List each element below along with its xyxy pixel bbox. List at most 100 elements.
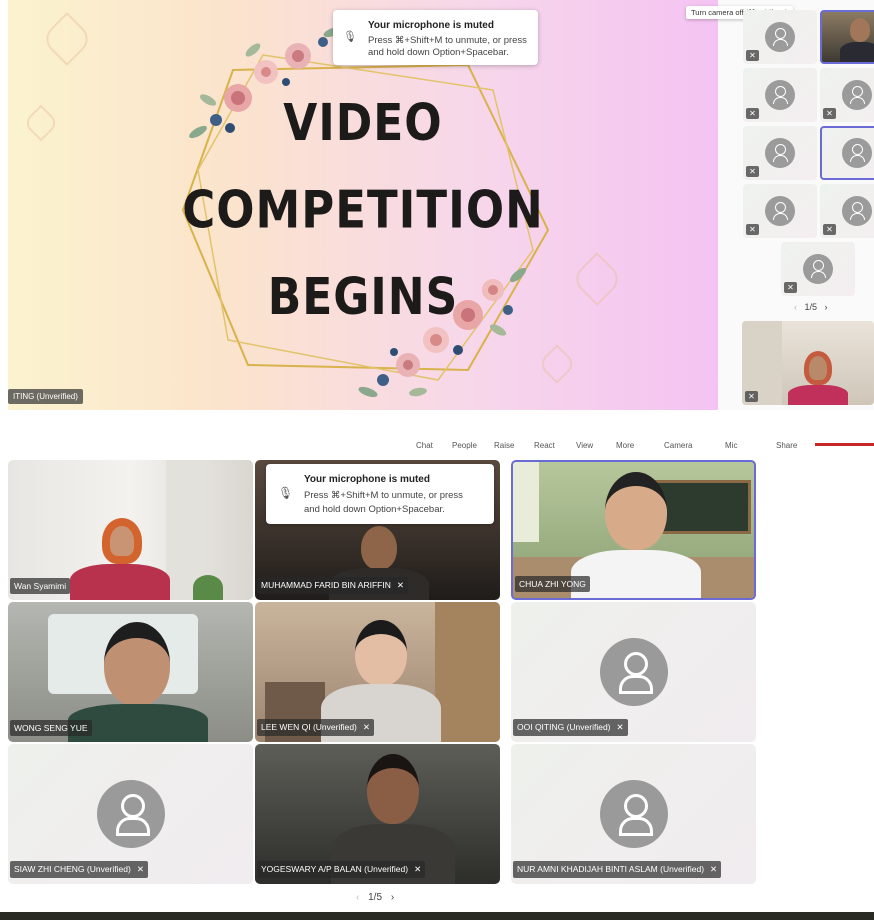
- page-indicator: 1/5: [368, 892, 383, 903]
- video-tile-no-camera[interactable]: SIAW ZHI CHENG (Unverified) ✕: [8, 744, 253, 884]
- participant-name: WONG SENG YUE: [14, 723, 88, 733]
- participant-name: YOGESWARY A/P BALAN (Unverified): [261, 864, 409, 874]
- avatar-icon: [803, 254, 833, 284]
- self-video: [804, 351, 832, 385]
- participant-name-label: MUHAMMAD FARID BIN ARIFFIN ✕: [257, 577, 408, 594]
- mic-muted-icon: ✕: [362, 722, 371, 732]
- plant: [193, 575, 223, 600]
- sidebar-tile[interactable]: ✕: [743, 184, 817, 238]
- active-speaker-tag: ITING (Unverified): [8, 389, 83, 404]
- mic-button[interactable]: Mic: [725, 441, 737, 450]
- video-tile[interactable]: Wan Syamimi: [8, 460, 253, 600]
- sidebar-tile[interactable]: ✕: [820, 184, 874, 238]
- more-button[interactable]: More: [616, 441, 634, 450]
- participant-video: [104, 622, 170, 706]
- slide-title-line-1: VIDEO: [283, 94, 443, 153]
- sidebar-tile[interactable]: ✕: [781, 242, 855, 296]
- video-tile[interactable]: WONG SENG YUE: [8, 602, 253, 742]
- next-page-button[interactable]: ›: [825, 302, 828, 312]
- participant-name: LEE WEN QI (Unverified): [261, 722, 357, 732]
- camera-button[interactable]: Camera: [664, 441, 692, 450]
- slide-title-line-3: BEGINS: [267, 268, 459, 327]
- mic-muted-icon: ✕: [784, 282, 797, 293]
- mic-muted-icon: ✕: [746, 166, 759, 177]
- people-button[interactable]: People: [452, 441, 477, 450]
- view-button[interactable]: View: [576, 441, 593, 450]
- raise-hand-button[interactable]: Raise: [494, 441, 514, 450]
- participant-name: Wan Syamimi: [14, 581, 67, 591]
- participant-video: [355, 620, 407, 686]
- sidebar-tile[interactable]: ✕: [820, 68, 874, 122]
- video-tile[interactable]: LEE WEN QI (Unverified) ✕: [255, 602, 500, 742]
- chat-button[interactable]: Chat: [416, 441, 433, 450]
- participant-name: MUHAMMAD FARID BIN ARIFFIN: [261, 580, 391, 590]
- participant-name: NUR AMNI KHADIJAH BINTI ASLAM (Unverifie…: [517, 864, 705, 874]
- grid-pager: ‹ 1/5 ›: [356, 892, 394, 903]
- bottom-screenshot: Chat People Raise React View More Camera…: [0, 410, 874, 920]
- mic-muted-icon: ✕: [136, 864, 144, 874]
- avatar-icon: [842, 196, 872, 226]
- participant-name-label: CHUA ZHI YONG: [515, 576, 590, 592]
- avatar-icon: [765, 80, 795, 110]
- mic-muted-icon: ✕: [396, 580, 404, 590]
- react-button[interactable]: React: [534, 441, 555, 450]
- self-view-tile[interactable]: ✕: [742, 321, 874, 405]
- video-tile-active-speaker[interactable]: CHUA ZHI YONG: [511, 460, 756, 600]
- participant-video: [605, 472, 667, 550]
- avatar-icon: [765, 196, 795, 226]
- participant-sidebar: Turn camera off (⌘+Shift+O) ✕ ✕ ✕ ✕ ✕ ✕ …: [686, 0, 874, 410]
- participant-name-label: YOGESWARY A/P BALAN (Unverified) ✕: [257, 861, 426, 878]
- participant-video: [361, 526, 397, 570]
- mic-muted-icon: ✕: [823, 108, 836, 119]
- toast-title: Your microphone is muted: [368, 20, 494, 31]
- video-tile-no-camera[interactable]: NUR AMNI KHADIJAH BINTI ASLAM (Unverifie…: [511, 744, 756, 884]
- mic-muted-toast: 🎙 Your microphone is muted Press ⌘+Shift…: [333, 10, 538, 65]
- avatar-icon: [842, 138, 872, 168]
- avatar-icon: [599, 780, 668, 848]
- top-screenshot: VIDEO COMPETITION BEGINS ITING (Unverifi…: [0, 0, 874, 410]
- sidebar-tile-camera[interactable]: [820, 10, 874, 64]
- mic-muted-icon: ✕: [823, 224, 836, 235]
- participant-name-label: LEE WEN QI (Unverified) ✕: [257, 719, 375, 736]
- toast-body-line-1: Press ⌘+Shift+M to unmute, or press: [304, 490, 463, 501]
- participant-name: SIAW ZHI CHENG (Unverified): [14, 864, 131, 874]
- slide-title-line-2: COMPETITION: [182, 179, 544, 240]
- prev-page-button[interactable]: ‹: [794, 302, 797, 312]
- toast-body-line-2: and hold down Option+Spacebar.: [368, 47, 509, 58]
- mic-off-icon: 🎙: [343, 31, 357, 43]
- share-button[interactable]: Share: [776, 441, 797, 450]
- prev-page-button[interactable]: ‹: [356, 892, 359, 903]
- participant-name-label: NUR AMNI KHADIJAH BINTI ASLAM (Unverifie…: [513, 861, 722, 878]
- avatar-icon: [599, 638, 668, 706]
- mic-muted-icon: ✕: [746, 224, 759, 235]
- bottom-edge: [0, 912, 874, 920]
- meeting-toolbar: Chat People Raise React View More Camera…: [0, 438, 874, 454]
- sidebar-tile[interactable]: ✕: [743, 10, 817, 64]
- leave-button[interactable]: [815, 443, 874, 446]
- avatar-icon: [96, 780, 165, 848]
- participant-video: [850, 18, 870, 42]
- participant-video: [102, 518, 142, 564]
- mic-muted-icon: ✕: [414, 864, 422, 874]
- participant-name-label: Wan Syamimi: [10, 578, 71, 594]
- chalkboard: [653, 480, 751, 534]
- video-tile-no-camera[interactable]: OOI QITING (Unverified) ✕: [511, 602, 756, 742]
- participant-name: OOI QITING (Unverified): [517, 722, 611, 732]
- participant-name-label: OOI QITING (Unverified) ✕: [513, 719, 628, 736]
- sidebar-tile[interactable]: [820, 126, 874, 180]
- page-indicator: 1/5: [804, 302, 818, 312]
- participant-video: [367, 754, 419, 824]
- mic-muted-icon: ✕: [616, 722, 624, 732]
- video-tile[interactable]: YOGESWARY A/P BALAN (Unverified) ✕: [255, 744, 500, 884]
- avatar-icon: [765, 22, 795, 52]
- avatar-icon: [765, 138, 795, 168]
- next-page-button[interactable]: ›: [391, 892, 394, 903]
- participant-name-label: SIAW ZHI CHENG (Unverified) ✕: [10, 861, 148, 878]
- sidebar-tile[interactable]: ✕: [743, 68, 817, 122]
- toast-body-line-2: and hold down Option+Spacebar.: [304, 504, 445, 515]
- mic-muted-icon: ✕: [746, 50, 759, 61]
- avatar-icon: [842, 80, 872, 110]
- mic-muted-icon: ✕: [746, 108, 759, 119]
- heart-decoration: [40, 12, 94, 66]
- sidebar-tile[interactable]: ✕: [743, 126, 817, 180]
